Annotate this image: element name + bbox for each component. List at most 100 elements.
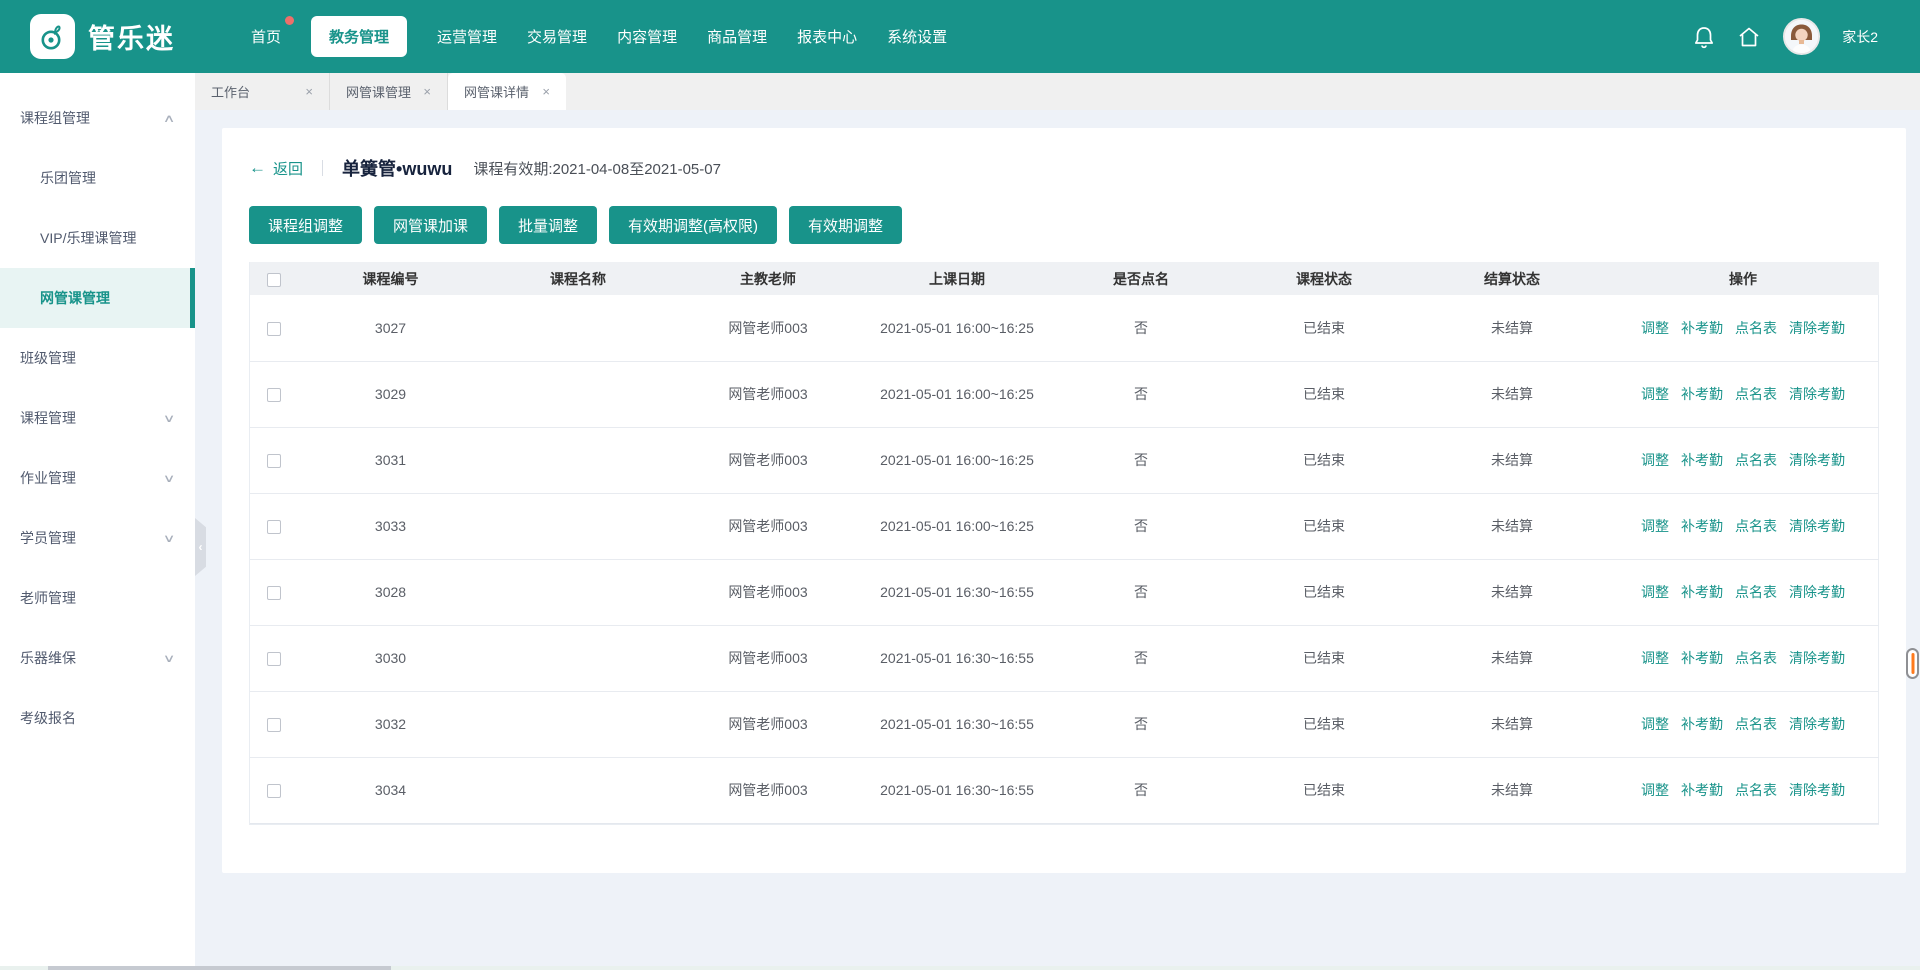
action-button-5[interactable]: 有效期调整	[789, 206, 902, 244]
horizontal-scrollbar-thumb[interactable]	[48, 966, 391, 970]
cell-course-status: 已结束	[1231, 493, 1417, 559]
tab-1[interactable]: 工作台×	[195, 73, 330, 110]
sidebar-item-2[interactable]: 班级管理	[0, 328, 195, 388]
tab-close-icon[interactable]: ×	[423, 84, 431, 99]
row-checkbox[interactable]	[267, 520, 281, 534]
row-action-2[interactable]: 补考勤	[1681, 782, 1723, 798]
tab-3[interactable]: 网管课详情×	[448, 73, 566, 110]
row-action-1[interactable]: 调整	[1641, 782, 1669, 798]
row-select-cell	[250, 757, 298, 823]
row-action-3[interactable]: 点名表	[1735, 452, 1777, 468]
row-checkbox[interactable]	[267, 388, 281, 402]
avatar[interactable]	[1783, 18, 1820, 55]
notification-dot	[285, 16, 294, 25]
nav-item-6[interactable]: 商品管理	[707, 16, 767, 57]
sidebar-item-5[interactable]: 学员管理∨	[0, 508, 195, 568]
row-select-cell	[250, 493, 298, 559]
nav-item-1[interactable]: 首页	[251, 16, 281, 57]
cell-course-name	[483, 559, 673, 625]
row-action-4[interactable]: 清除考勤	[1789, 452, 1845, 468]
nav-item-2[interactable]: 教务管理	[311, 16, 407, 57]
cell-course-status: 已结束	[1231, 625, 1417, 691]
row-checkbox[interactable]	[267, 652, 281, 666]
action-button-2[interactable]: 网管课加课	[374, 206, 487, 244]
row-action-1[interactable]: 调整	[1641, 650, 1669, 666]
sidebar-item-7[interactable]: 乐器维保∨	[0, 628, 195, 688]
action-button-1[interactable]: 课程组调整	[249, 206, 362, 244]
row-action-4[interactable]: 清除考勤	[1789, 386, 1845, 402]
row-checkbox[interactable]	[267, 454, 281, 468]
nav-item-5[interactable]: 内容管理	[617, 16, 677, 57]
brand[interactable]: 管乐迷	[30, 14, 175, 59]
table-row-5: 3028网管老师0032021-05-01 16:30~16:55否已结束未结算…	[250, 559, 1879, 625]
row-action-4[interactable]: 清除考勤	[1789, 650, 1845, 666]
row-action-4[interactable]: 清除考勤	[1789, 320, 1845, 336]
row-action-1[interactable]: 调整	[1641, 716, 1669, 732]
row-checkbox[interactable]	[267, 784, 281, 798]
tab-2[interactable]: 网管课管理×	[330, 73, 448, 110]
sidebar-subitem-1-3[interactable]: 网管课管理	[0, 268, 195, 328]
row-action-3[interactable]: 点名表	[1735, 584, 1777, 600]
sidebar-item-3[interactable]: 课程管理∨	[0, 388, 195, 448]
row-action-2[interactable]: 补考勤	[1681, 650, 1723, 666]
cell-date: 2021-05-01 16:30~16:55	[863, 691, 1051, 757]
notification-bell-icon[interactable]	[1693, 25, 1715, 49]
row-action-2[interactable]: 补考勤	[1681, 320, 1723, 336]
row-action-3[interactable]: 点名表	[1735, 782, 1777, 798]
home-icon[interactable]	[1737, 25, 1761, 49]
row-action-4[interactable]: 清除考勤	[1789, 782, 1845, 798]
action-button-3[interactable]: 批量调整	[499, 206, 597, 244]
chevron-down-icon: ∨	[163, 412, 176, 425]
cell-course-name	[483, 493, 673, 559]
row-action-2[interactable]: 补考勤	[1681, 386, 1723, 402]
nav-item-4[interactable]: 交易管理	[527, 16, 587, 57]
row-checkbox[interactable]	[267, 322, 281, 336]
row-action-3[interactable]: 点名表	[1735, 320, 1777, 336]
row-action-2[interactable]: 补考勤	[1681, 518, 1723, 534]
nav-item-3[interactable]: 运营管理	[437, 16, 497, 57]
nav-item-7[interactable]: 报表中心	[797, 16, 857, 57]
cell-rollcall: 否	[1051, 427, 1231, 493]
select-all-checkbox[interactable]	[267, 273, 281, 287]
row-action-4[interactable]: 清除考勤	[1789, 518, 1845, 534]
row-action-3[interactable]: 点名表	[1735, 386, 1777, 402]
row-action-1[interactable]: 调整	[1641, 320, 1669, 336]
cell-settle-status: 未结算	[1417, 691, 1607, 757]
row-action-2[interactable]: 补考勤	[1681, 452, 1723, 468]
row-checkbox[interactable]	[267, 718, 281, 732]
row-action-2[interactable]: 补考勤	[1681, 716, 1723, 732]
sidebar-item-6[interactable]: 老师管理	[0, 568, 195, 628]
back-button[interactable]: ← 返回	[249, 158, 303, 179]
cell-settle-status: 未结算	[1417, 757, 1607, 823]
sidebar-collapse-handle[interactable]: ‹	[195, 518, 206, 576]
action-button-4[interactable]: 有效期调整(高权限)	[609, 206, 777, 244]
nav-item-8[interactable]: 系统设置	[887, 16, 947, 57]
vertical-scrollbar[interactable]	[1906, 648, 1919, 679]
sidebar-subitem-1-2[interactable]: VIP/乐理课管理	[0, 208, 195, 268]
row-action-4[interactable]: 清除考勤	[1789, 584, 1845, 600]
tab-close-icon[interactable]: ×	[305, 84, 313, 99]
row-action-3[interactable]: 点名表	[1735, 518, 1777, 534]
row-action-3[interactable]: 点名表	[1735, 716, 1777, 732]
sidebar-subitem-label: 乐团管理	[40, 168, 96, 188]
nav-item-label: 内容管理	[617, 29, 677, 46]
cell-settle-status: 未结算	[1417, 625, 1607, 691]
row-action-1[interactable]: 调整	[1641, 584, 1669, 600]
row-action-1[interactable]: 调整	[1641, 386, 1669, 402]
row-checkbox[interactable]	[267, 586, 281, 600]
row-action-3[interactable]: 点名表	[1735, 650, 1777, 666]
sidebar-subitem-1-1[interactable]: 乐团管理	[0, 148, 195, 208]
row-action-1[interactable]: 调整	[1641, 452, 1669, 468]
cell-settle-status: 未结算	[1417, 361, 1607, 427]
nav-item-label: 报表中心	[797, 29, 857, 46]
row-action-2[interactable]: 补考勤	[1681, 584, 1723, 600]
cell-rollcall: 否	[1051, 361, 1231, 427]
sidebar-item-4[interactable]: 作业管理∨	[0, 448, 195, 508]
row-action-4[interactable]: 清除考勤	[1789, 716, 1845, 732]
sidebar-item-8[interactable]: 考级报名	[0, 688, 195, 748]
tab-close-icon[interactable]: ×	[542, 84, 550, 99]
username[interactable]: 家长2	[1842, 27, 1878, 47]
sidebar-item-1[interactable]: 课程组管理∧	[0, 88, 195, 148]
row-action-1[interactable]: 调整	[1641, 518, 1669, 534]
sidebar-item-label: 老师管理	[20, 588, 76, 608]
